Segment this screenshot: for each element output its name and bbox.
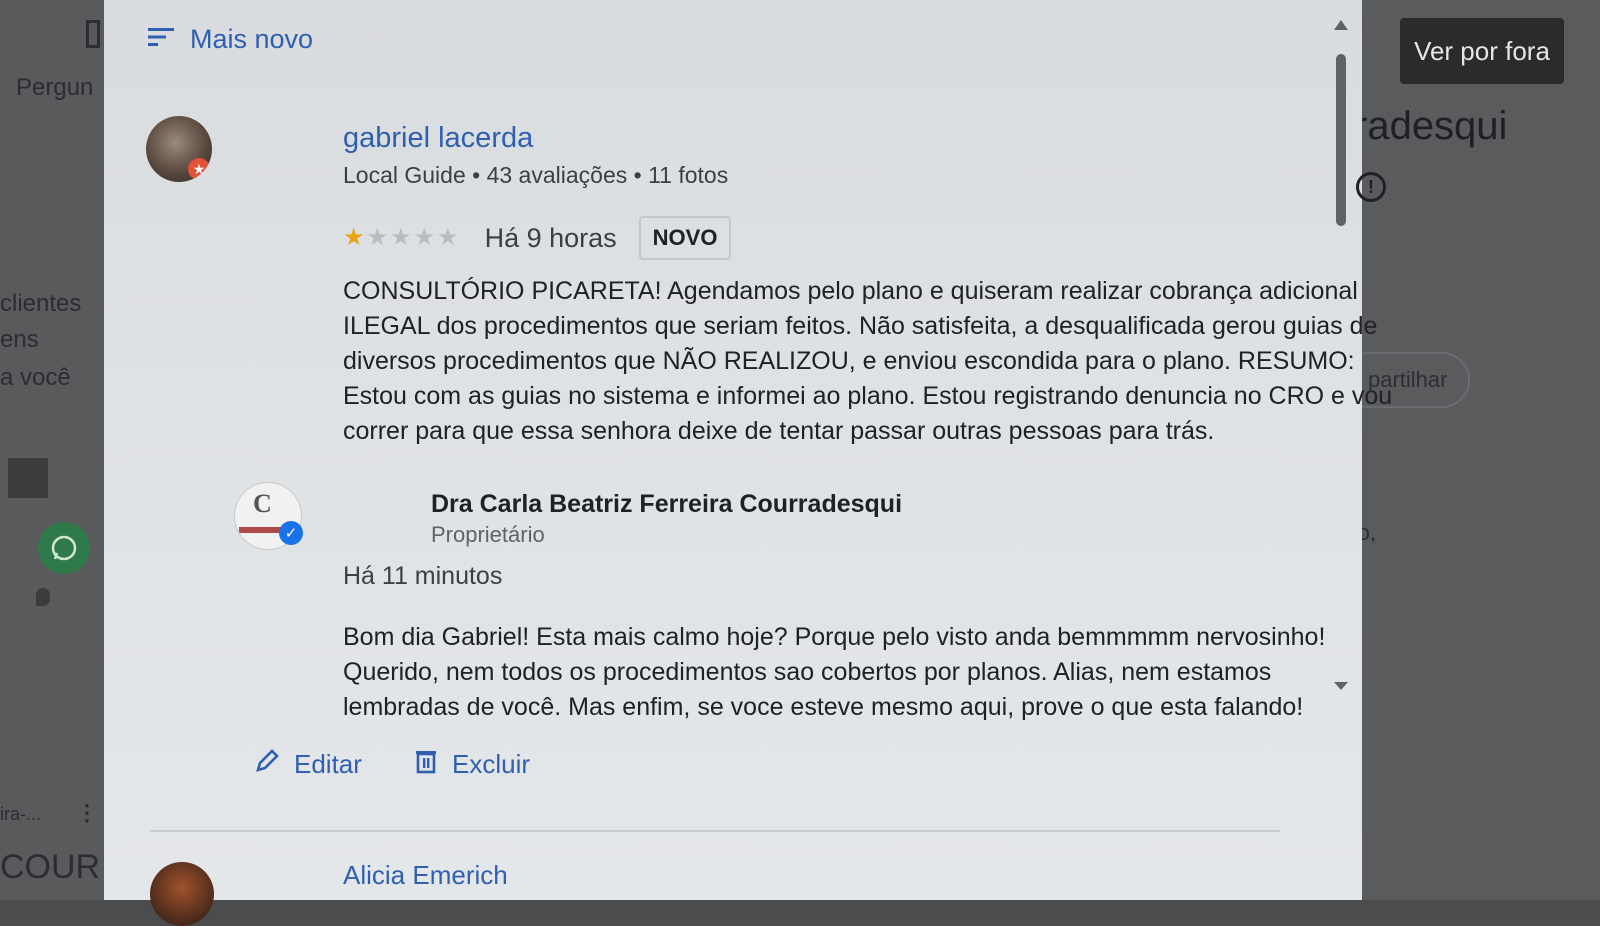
sort-icon: [148, 24, 174, 55]
local-guide-badge-icon: ★: [188, 158, 210, 180]
bg-text-pergun: Pergun: [16, 74, 94, 101]
review-text: CONSULTÓRIO PICARETA! Agendamos pelo pla…: [343, 277, 1393, 445]
edit-label: Editar: [294, 749, 362, 779]
review-rating-row: ★★★★★ Há 9 horas NOVO: [343, 216, 732, 260]
star-icon: ★: [366, 224, 389, 251]
star-icon: ★: [437, 224, 459, 251]
bg-text-ens: ens: [0, 326, 39, 353]
review-divider: [150, 830, 1280, 832]
next-reviewer-name[interactable]: Alicia Emerich: [343, 860, 508, 891]
bg-text-radesqui: radesqui: [1362, 104, 1508, 148]
background-right-panel: radesqui ntro,: [1362, 0, 1600, 900]
star-rating: ★★★★★: [343, 226, 461, 250]
review-time: Há 9 horas: [484, 222, 617, 253]
owner-reply-text: Bom dia Gabriel! Esta mais calmo hoje? P…: [343, 623, 1326, 721]
report-icon[interactable]: !: [1356, 172, 1386, 202]
star-icon: ★: [413, 224, 436, 251]
owner-name: Dra Carla Beatriz Ferreira Courradesqui: [431, 490, 903, 518]
star-icon: ★: [343, 224, 365, 251]
reviews-dialog: Mais novo ★ gabriel lacerda Local Guide …: [104, 0, 1392, 926]
bg-text-ntro: ntro,: [1362, 520, 1377, 545]
reviewer-name[interactable]: gabriel lacerda: [343, 122, 533, 155]
bg-text-ira: ira-...: [0, 804, 42, 824]
bookmark-icon: [86, 20, 100, 48]
scroll-up-arrow-icon[interactable]: [1334, 20, 1348, 30]
scrollbar[interactable]: [1334, 20, 1348, 880]
verified-icon: ✓: [279, 521, 303, 545]
view-outside-button[interactable]: Ver por fora: [1400, 18, 1564, 84]
pin-icon: [36, 588, 50, 606]
pencil-icon: [254, 748, 280, 781]
delete-button[interactable]: Excluir: [414, 748, 530, 781]
reviewer-avatar[interactable]: ★: [146, 116, 212, 182]
next-reviewer-avatar[interactable]: [150, 862, 214, 926]
owner-reply-time: Há 11 minutos: [343, 562, 503, 590]
bg-text-voce: a você: [0, 364, 71, 391]
star-icon: ★: [390, 224, 412, 251]
new-badge: NOVO: [638, 216, 732, 260]
reviewer-meta: Local Guide • 43 avaliações • 11 fotos: [343, 162, 729, 188]
bg-text-clientes: clientes: [0, 290, 82, 317]
scroll-thumb[interactable]: [1336, 54, 1346, 226]
sort-control[interactable]: Mais novo: [148, 24, 313, 55]
edit-button[interactable]: Editar: [254, 748, 362, 781]
scroll-down-arrow-icon[interactable]: [1334, 682, 1348, 690]
whatsapp-icon[interactable]: [38, 522, 90, 574]
trash-icon: [414, 748, 438, 781]
owner-logo-letter: C: [253, 489, 272, 518]
bg-text-cour: COUR: [0, 848, 101, 886]
building-icon: [8, 458, 48, 498]
delete-label: Excluir: [452, 749, 531, 779]
owner-role: Proprietário: [431, 522, 545, 547]
more-vert-icon[interactable]: ⋮: [76, 800, 98, 826]
background-left-panel: Pergun clientes ens a você ira-... ⋮ COU…: [0, 0, 104, 900]
sort-label: Mais novo: [190, 24, 314, 54]
owner-logo-stripe: [239, 527, 283, 533]
